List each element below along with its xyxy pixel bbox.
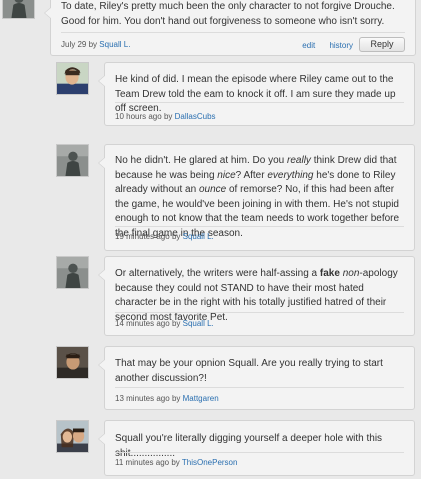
- comment-meta: 11 minutes ago by ThisOnePerson: [115, 458, 237, 467]
- comment-divider: [115, 387, 404, 388]
- text-bold: fake: [319, 268, 340, 279]
- comment-date: 13 minutes ago: [115, 394, 170, 403]
- comment-bubble: Squall you're literally digging yourself…: [98, 420, 415, 476]
- comment-divider: [61, 32, 405, 33]
- comment-author-link[interactable]: Squall L.: [183, 232, 214, 241]
- comment-meta: 10 hours ago by DallasCubs: [115, 112, 216, 121]
- comment-by: by: [171, 394, 181, 403]
- history-link[interactable]: history: [329, 41, 353, 50]
- comment-by: by: [88, 40, 98, 49]
- reply-button[interactable]: Reply: [359, 37, 405, 52]
- comment-divider: [115, 452, 404, 453]
- comment-text: He kind of did. I mean the episode where…: [115, 74, 396, 114]
- comment-meta: 19 minutes ago by Squall L.: [115, 232, 214, 241]
- text-emphasis: really: [287, 155, 311, 166]
- text-emphasis: everything: [267, 169, 314, 181]
- comment-by: by: [163, 112, 173, 121]
- comment-date: July 29: [61, 40, 87, 49]
- comment-author-link[interactable]: Squall L.: [183, 319, 214, 328]
- text-segment: No he didn't. He glared at him. Do you: [115, 155, 288, 166]
- couple-avatar-icon[interactable]: [56, 420, 89, 453]
- comment-meta: July 29 by Squall L.: [61, 40, 130, 49]
- comment-by: by: [171, 319, 181, 328]
- comment-author-link[interactable]: DallasCubs: [175, 112, 216, 121]
- comment-divider: [115, 226, 404, 227]
- comment-meta: 14 minutes ago by Squall L.: [115, 319, 214, 328]
- person-avatar-icon[interactable]: [56, 346, 89, 379]
- comment-text: That may be your opnion Squall. Are you …: [115, 358, 383, 384]
- comment-text: To date, Riley's pretty much been the on…: [61, 1, 395, 27]
- comment-text: Squall you're literally digging yourself…: [115, 433, 383, 459]
- statue-avatar-icon[interactable]: [56, 144, 89, 177]
- comment-bubble: That may be your opnion Squall. Are you …: [98, 346, 415, 410]
- comment-author-link[interactable]: Squall L.: [99, 40, 130, 49]
- comment-text: No he didn't. He glared at him. Do you r…: [115, 154, 404, 241]
- comment-date: 14 minutes ago: [115, 319, 170, 328]
- comment-bubble: Or alternatively, the writers were half-…: [98, 256, 415, 336]
- comment-author-link[interactable]: ThisOnePerson: [182, 458, 238, 467]
- comment-text: Or alternatively, the writers were half-…: [115, 267, 404, 325]
- comment-divider: [115, 102, 404, 103]
- statue-avatar-icon[interactable]: [2, 0, 35, 19]
- comment-bubble: He kind of did. I mean the episode where…: [98, 62, 415, 126]
- comment-date: 10 hours ago: [115, 112, 162, 121]
- comment-divider: [115, 312, 404, 313]
- statue-avatar-icon[interactable]: [56, 256, 89, 289]
- comment-date: 19 minutes ago: [115, 232, 170, 241]
- text-segment: Or alternatively, the writers were half-…: [115, 268, 320, 279]
- text-emphasis: nice: [217, 169, 236, 181]
- comment-by: by: [171, 232, 181, 241]
- text-emphasis: non: [342, 268, 360, 279]
- text-segment: ? After: [235, 169, 268, 181]
- comment-actions: edit history: [290, 41, 353, 50]
- comment-by: by: [171, 458, 180, 467]
- comment-meta: 13 minutes ago by Mattgaren: [115, 394, 219, 403]
- comment-date: 11 minutes ago: [115, 458, 170, 467]
- edit-link[interactable]: edit: [302, 41, 315, 50]
- comment-author-link[interactable]: Mattgaren: [183, 394, 219, 403]
- person-avatar-icon[interactable]: [56, 62, 89, 95]
- text-emphasis: ounce: [198, 184, 227, 195]
- comment-bubble: No he didn't. He glared at him. Do you r…: [98, 144, 415, 251]
- comment-bubble: To date, Riley's pretty much been the on…: [44, 0, 416, 56]
